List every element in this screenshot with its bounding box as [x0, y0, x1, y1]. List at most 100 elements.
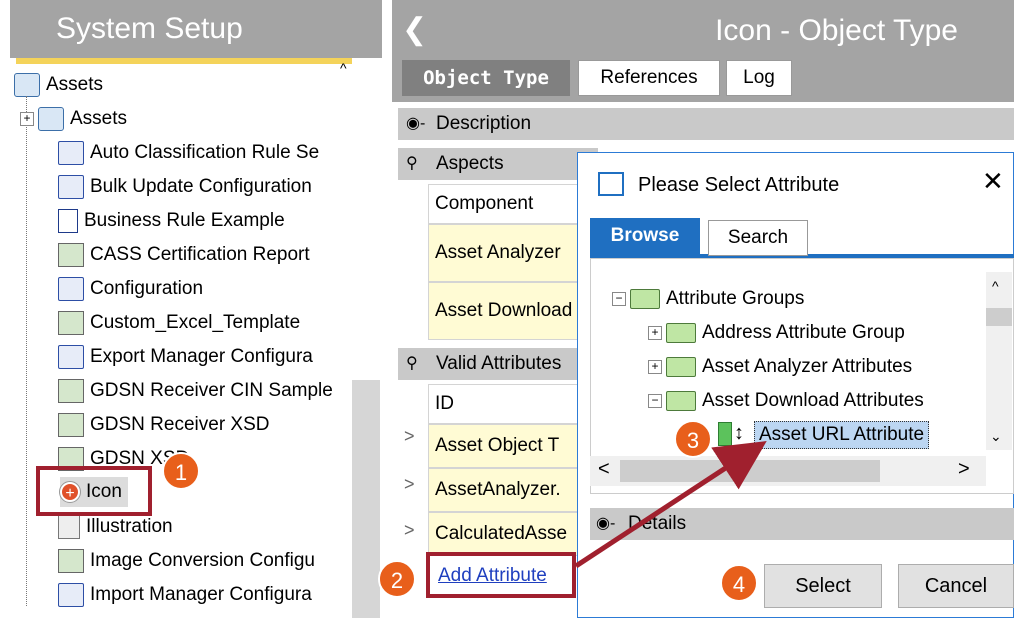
tab-references[interactable]: References — [578, 60, 720, 96]
tree-label: Attribute Groups — [666, 288, 805, 309]
select-button[interactable]: Select — [764, 564, 882, 608]
panel-title: System Setup — [10, 0, 382, 58]
expand-icon[interactable]: + — [648, 325, 662, 340]
wizard-icon — [58, 243, 84, 267]
system-setup-panel: System Setup ^ Assets + Assets Auto Class… — [0, 0, 382, 618]
tree-asset-download[interactable]: − Asset Download Attributes — [648, 386, 924, 416]
tree-label: Asset Analyzer Attributes — [702, 356, 913, 377]
dialog-scrollbar-thumb[interactable] — [986, 308, 1012, 326]
section-aspects[interactable]: ⚲ Aspects — [398, 148, 598, 180]
sidebar-item-image-conversion[interactable]: Image Conversion Configu — [58, 546, 315, 576]
tree-guide — [26, 96, 27, 606]
expand-icon[interactable]: ◉- — [596, 508, 615, 540]
attr-row[interactable]: Asset Object T — [428, 424, 580, 468]
callout-badge-2: 2 — [378, 560, 416, 598]
attr-row[interactable]: AssetAnalyzer. — [428, 468, 580, 512]
sidebar-item-gdsn-cin[interactable]: GDSN Receiver CIN Sample — [58, 376, 333, 406]
sidebar-item-import-manager[interactable]: Import Manager Configura — [58, 580, 312, 610]
attribute-icon — [718, 422, 732, 446]
folder-icon — [666, 322, 696, 343]
folder-icon — [630, 288, 660, 309]
dialog-hscrollbar-thumb[interactable] — [620, 460, 880, 482]
config-icon — [58, 277, 84, 301]
question-folder-icon — [38, 107, 64, 131]
sidebar-item-cass[interactable]: CASS Certification Report — [58, 240, 310, 270]
callout-badge-4: 4 — [720, 564, 758, 602]
window-icon — [598, 172, 624, 196]
section-description[interactable]: ◉- Description — [398, 108, 1014, 140]
config-icon — [58, 583, 84, 607]
sidebar-item-illustration[interactable]: Illustration — [58, 512, 173, 542]
expand-icon[interactable]: + — [20, 112, 34, 126]
cancel-button[interactable]: Cancel — [898, 564, 1014, 608]
config-icon — [58, 345, 84, 369]
resize-icon: ↕ — [734, 422, 744, 444]
aspect-row[interactable]: Asset Download — [428, 282, 580, 340]
document-icon — [58, 209, 78, 233]
sidebar-item-custom-excel[interactable]: Custom_Excel_Template — [58, 308, 300, 338]
dialog-scrollbar[interactable] — [986, 272, 1012, 450]
config-icon — [58, 175, 84, 199]
wizard-icon — [58, 311, 84, 335]
tree-address-group[interactable]: + Address Attribute Group — [648, 318, 905, 348]
highlight-box-add — [426, 552, 576, 598]
page-title: Icon - Object Type — [715, 14, 958, 47]
sidebar-item-assets[interactable]: + Assets — [20, 104, 127, 134]
sidebar-item-export-manager[interactable]: Export Manager Configura — [58, 342, 313, 372]
collapse-icon[interactable]: − — [648, 393, 662, 408]
sidebar-item-business-rule[interactable]: Business Rule Example — [58, 206, 285, 236]
chevron-right-icon[interactable]: > — [404, 520, 415, 541]
sidebar-item-bulk-update[interactable]: Bulk Update Configuration — [58, 172, 312, 202]
tab-log[interactable]: Log — [726, 60, 792, 96]
tree-root-assets[interactable]: Assets — [14, 70, 103, 100]
section-description-label: Description — [436, 113, 532, 134]
chevron-right-icon[interactable]: > — [404, 426, 415, 447]
wizard-icon — [58, 379, 84, 403]
wizard-icon — [58, 549, 84, 573]
object-type-header: ❮ Icon - Object Type — [392, 0, 1014, 64]
left-scrollbar-thumb[interactable] — [352, 380, 380, 618]
sidebar-item-configuration[interactable]: Configuration — [58, 274, 203, 304]
scroll-down-icon[interactable]: ⌄ — [990, 428, 1002, 445]
folder-icon — [666, 390, 696, 411]
attr-column-header: ID — [428, 384, 580, 424]
collapse-icon[interactable]: ◉- — [406, 108, 425, 140]
scroll-up-icon[interactable]: ^ — [992, 278, 999, 294]
scroll-left-icon[interactable]: < — [598, 458, 610, 481]
pin-icon: ⚲ — [406, 155, 418, 172]
section-details-label: Details — [628, 513, 687, 534]
tree-attribute-groups[interactable]: − Attribute Groups — [612, 284, 804, 314]
pin-icon: ⚲ — [406, 355, 418, 372]
question-folder-icon — [14, 73, 40, 97]
collapse-icon[interactable]: − — [612, 291, 626, 306]
section-valid-attributes-label: Valid Attributes — [436, 353, 562, 374]
dialog-title: Please Select Attribute — [638, 174, 840, 196]
callout-badge-1: 1 — [162, 452, 200, 490]
section-aspects-label: Aspects — [436, 153, 504, 174]
tab-browse[interactable]: Browse — [590, 218, 700, 256]
sidebar-item-auto-classification[interactable]: Auto Classification Rule Se — [58, 138, 319, 168]
tree-asset-url-attribute[interactable]: Asset URL Attribute — [754, 421, 930, 449]
sidebar-item-gdsn-receiver-xsd[interactable]: GDSN Receiver XSD — [58, 410, 270, 440]
back-arrow-icon[interactable]: ❮ — [402, 12, 427, 47]
scroll-up-icon[interactable]: ^ — [340, 60, 347, 76]
attr-row[interactable]: CalculatedAsse — [428, 512, 580, 556]
config-icon — [58, 141, 84, 165]
wizard-icon — [58, 413, 84, 437]
partial-tree-item — [16, 58, 352, 64]
tree-label: Asset Download Attributes — [702, 390, 924, 411]
tree-label: Address Attribute Group — [702, 322, 905, 343]
tab-object-type[interactable]: Object Type — [402, 60, 570, 96]
aspects-column-header: Component — [428, 184, 580, 224]
callout-badge-3: 3 — [674, 420, 712, 458]
scroll-right-icon[interactable]: > — [958, 458, 970, 481]
tab-search[interactable]: Search — [708, 220, 808, 256]
close-icon[interactable]: ✕ — [982, 166, 1004, 197]
chevron-right-icon[interactable]: > — [404, 474, 415, 495]
expand-icon[interactable]: + — [648, 359, 662, 374]
folder-icon — [666, 356, 696, 377]
section-details[interactable]: ◉- Details — [590, 508, 1014, 540]
tree-asset-analyzer[interactable]: + Asset Analyzer Attributes — [648, 352, 912, 382]
section-valid-attributes[interactable]: ⚲ Valid Attributes — [398, 348, 598, 380]
aspect-row[interactable]: Asset Analyzer — [428, 224, 580, 282]
